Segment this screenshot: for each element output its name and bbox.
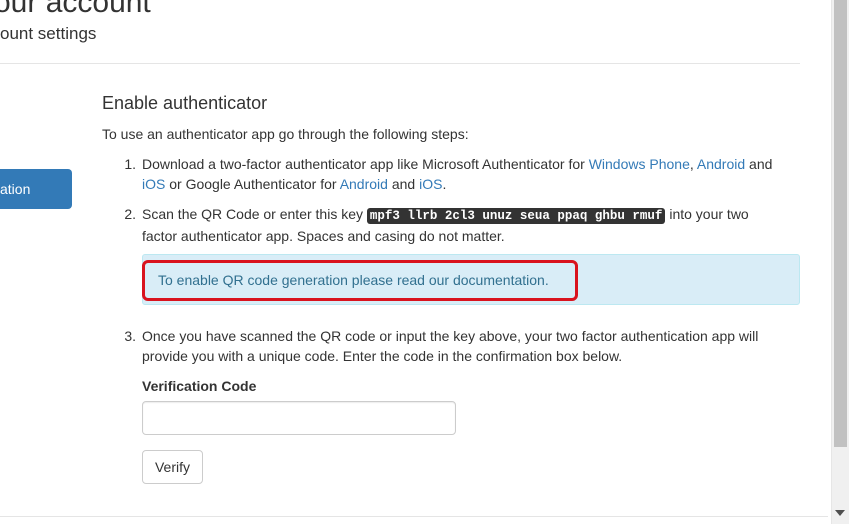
verification-code-input[interactable] xyxy=(142,401,456,435)
step-1-text-a: Download a two-factor authenticator app … xyxy=(142,156,589,172)
step-2-text: Scan the QR Code or enter this key mpf3 … xyxy=(142,204,782,246)
windows-phone-link[interactable]: Windows Phone xyxy=(589,156,690,172)
step-2-text-a: Scan the QR Code or enter this key xyxy=(142,206,367,222)
ms-ios-link[interactable]: iOS xyxy=(142,176,165,192)
shared-key: mpf3 llrb 2cl3 unuz seua ppaq ghbu rmuf xyxy=(366,208,666,224)
section-heading: Enable authenticator xyxy=(102,93,268,113)
step-3-text: Once you have scanned the QR code or inp… xyxy=(142,328,759,364)
step-1-comma: , xyxy=(689,156,697,172)
step-number-1: 1. xyxy=(124,156,136,172)
step-number-2: 2. xyxy=(124,206,136,222)
ms-android-link[interactable]: Android xyxy=(697,156,745,172)
step-1-period: . xyxy=(442,176,447,192)
step-1-text-b: or Google Authenticator for xyxy=(165,176,340,192)
intro-text: To use an authenticator app go through t… xyxy=(102,126,469,142)
vertical-scrollbar[interactable] xyxy=(831,0,849,524)
step-1-text: Download a two-factor authenticator app … xyxy=(142,154,792,194)
scroll-down-arrow-icon[interactable] xyxy=(835,510,845,516)
verification-code-label: Verification Code xyxy=(142,378,257,394)
google-android-link[interactable]: Android xyxy=(340,176,388,192)
footer-divider xyxy=(0,516,828,517)
annotation-highlight-box xyxy=(142,260,578,301)
step-1-and: and xyxy=(745,156,773,172)
step-1-and-2: and xyxy=(387,176,420,192)
verify-button[interactable]: Verify xyxy=(142,450,203,484)
google-ios-link[interactable]: iOS xyxy=(419,176,442,192)
page-subtitle: ount settings xyxy=(0,24,97,43)
step-number-3: 3. xyxy=(124,328,136,344)
header-divider xyxy=(0,63,800,64)
scrollbar-thumb[interactable] xyxy=(834,0,847,447)
nav-item-authenticator-active[interactable]: ation xyxy=(0,169,72,209)
page-title: our account xyxy=(0,0,151,19)
